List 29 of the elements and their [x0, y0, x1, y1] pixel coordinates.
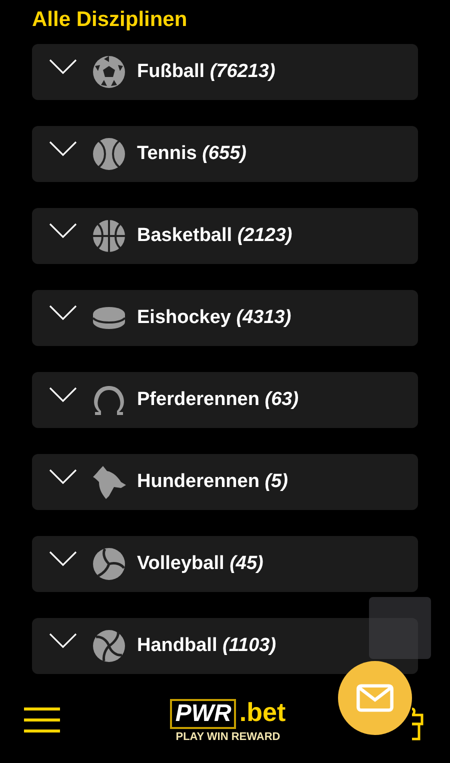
handball-icon	[91, 628, 127, 664]
logo-suffix: .bet	[239, 697, 286, 728]
sport-row[interactable]: Hunderennen (5)	[32, 454, 418, 510]
dog-head-icon	[91, 464, 127, 500]
sport-label: Fußball (76213)	[137, 61, 276, 83]
sport-row[interactable]: Tennis (655)	[32, 126, 418, 182]
sport-label: Tennis (655)	[137, 143, 246, 165]
sport-label: Handball (1103)	[137, 635, 276, 657]
sport-label: Pferderennen (63)	[137, 389, 299, 411]
sport-row[interactable]: Handball (1103)	[32, 618, 418, 674]
tennis-ball-icon	[91, 136, 127, 172]
sport-row[interactable]: Fußball (76213)	[32, 44, 418, 100]
overlay-panel	[369, 597, 431, 659]
logo-tagline: PLAY WIN REWARD	[176, 731, 280, 743]
logo-brand: PWR	[170, 699, 236, 729]
basketball-icon	[91, 218, 127, 254]
sport-row[interactable]: Volleyball (45)	[32, 536, 418, 592]
sport-label: Basketball (2123)	[137, 225, 292, 247]
menu-icon[interactable]	[24, 706, 60, 734]
envelope-icon	[356, 684, 394, 712]
sport-row[interactable]: Basketball (2123)	[32, 208, 418, 264]
sport-row[interactable]: Pferderennen (63)	[32, 372, 418, 428]
soccer-ball-icon	[91, 54, 127, 90]
sport-label: Volleyball (45)	[137, 553, 264, 575]
volleyball-icon	[91, 546, 127, 582]
sport-label: Hunderennen (5)	[137, 471, 288, 493]
sport-label: Eishockey (4313)	[137, 307, 292, 329]
section-title: Alle Disziplinen	[32, 7, 188, 33]
sport-row[interactable]: Eishockey (4313)	[32, 290, 418, 346]
